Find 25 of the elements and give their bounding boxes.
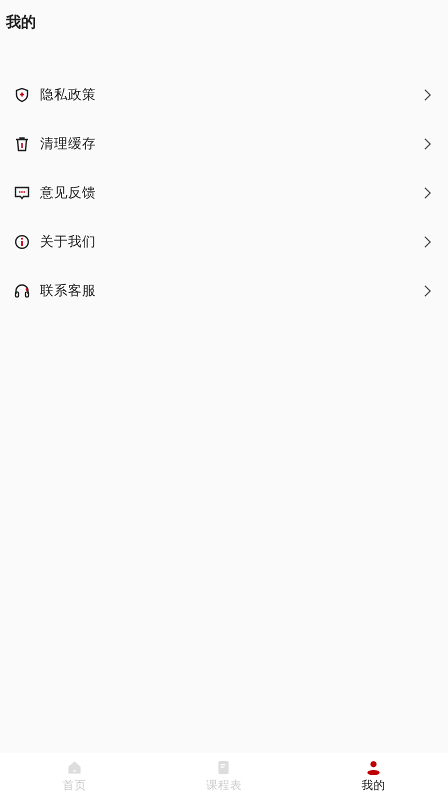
page-title: 我的 <box>4 12 37 33</box>
shield-icon <box>14 86 30 102</box>
chevron-right-icon <box>423 136 432 150</box>
menu-item[interactable]: 清理缓存 <box>0 119 448 168</box>
menu-item[interactable]: 关于我们 <box>0 217 448 266</box>
tab[interactable]: 我的 <box>298 753 448 799</box>
message-icon <box>14 184 30 200</box>
chevron-right-icon <box>423 234 432 248</box>
menu-item[interactable]: 意见反馈 <box>0 168 448 217</box>
info-icon <box>14 234 30 250</box>
menu-label: 清理缓存 <box>40 134 97 152</box>
chevron-right-icon <box>423 284 432 298</box>
menu-label: 隐私政策 <box>40 86 97 104</box>
chevron-right-icon <box>423 88 432 102</box>
menu-label: 意见反馈 <box>40 184 97 202</box>
person-icon <box>366 760 381 774</box>
book-icon <box>216 760 232 774</box>
menu-item[interactable]: 联系客服 <box>0 266 448 315</box>
chevron-right-icon <box>423 186 432 200</box>
trash-icon <box>14 136 30 152</box>
menu-item[interactable]: 隐私政策 <box>0 70 448 119</box>
headset-icon <box>14 282 30 298</box>
menu-label: 关于我们 <box>40 232 97 250</box>
home-icon <box>67 760 82 774</box>
menu-label: 联系客服 <box>40 282 97 300</box>
